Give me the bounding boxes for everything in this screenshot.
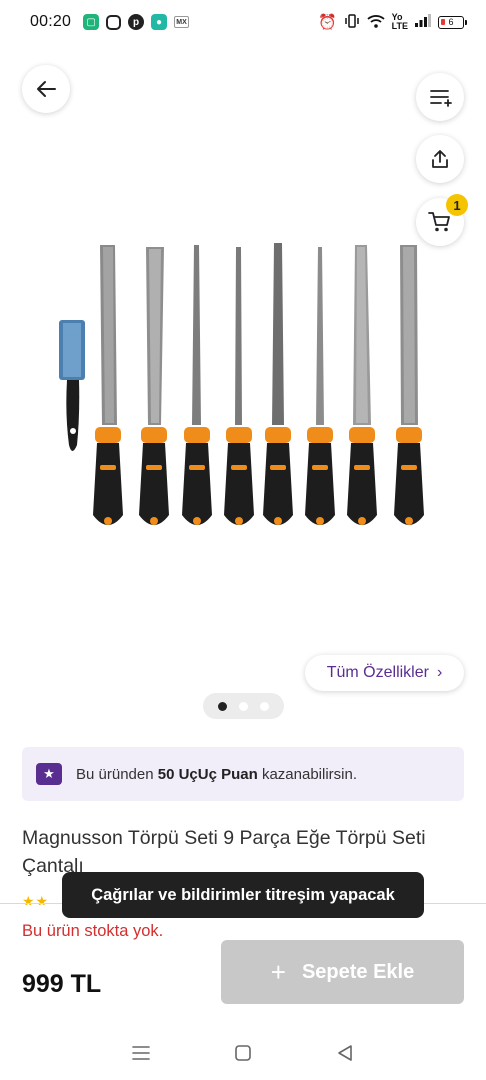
system-status-icons: ⏰ Yo LTE 6 — [317, 12, 467, 32]
product-image[interactable] — [45, 235, 445, 545]
green-app-icon: ▢ — [83, 14, 100, 30]
price: 999 TL — [22, 970, 102, 998]
points-banner: ★ Bu üründen 50 UçUç Puan kazanabilirsin… — [22, 747, 464, 801]
mx-app-icon: MX — [174, 16, 190, 28]
cart-count-badge: 1 — [446, 194, 468, 216]
share-button[interactable] — [416, 135, 464, 183]
stock-status: Bu ürün stokta yok. — [22, 922, 164, 940]
plus-icon: + — [270, 957, 286, 987]
list-options-button[interactable] — [416, 73, 464, 121]
star-icon: ★ — [36, 763, 62, 785]
teal-chat-icon: ● — [151, 14, 168, 30]
pinterest-icon: p — [128, 14, 145, 30]
battery-icon: 6 — [438, 15, 467, 29]
system-navigation-bar — [0, 1025, 486, 1080]
gallery-dot[interactable] — [239, 701, 248, 711]
all-features-label: Tüm Özellikler — [326, 664, 429, 681]
home-button[interactable] — [223, 1033, 263, 1073]
files-illustration — [93, 243, 424, 525]
vibrate-icon — [344, 13, 360, 32]
volte-icon: Yo LTE — [391, 12, 408, 31]
alarm-icon: ⏰ — [317, 13, 337, 31]
add-to-cart-label: Sepete Ekle — [301, 960, 415, 983]
chevron-right-icon: › — [436, 664, 443, 681]
points-text: Bu üründen 50 UçUç Puan kazanabilirsin. — [76, 766, 357, 783]
back-nav-button[interactable] — [325, 1033, 365, 1073]
triangle-back-icon — [338, 1044, 352, 1061]
list-plus-icon — [430, 90, 452, 107]
signal-icon — [415, 14, 431, 30]
toast-message: Çağrılar ve bildirimler titreşim yapacak — [62, 872, 424, 918]
menu-icon — [132, 1045, 150, 1060]
all-features-button[interactable]: Tüm Özellikler › — [305, 655, 464, 691]
gallery-dot[interactable] — [260, 701, 269, 711]
back-button[interactable] — [22, 65, 70, 113]
points-prefix: Bu üründen — [76, 765, 154, 783]
add-to-cart-button[interactable]: + Sepete Ekle — [221, 940, 464, 1004]
cart-icon — [428, 212, 450, 232]
status-time: 00:20 — [30, 13, 72, 30]
instagram-icon — [106, 14, 122, 30]
wifi-icon — [367, 14, 385, 31]
points-suffix: kazanabilirsin. — [261, 765, 358, 783]
gallery-dot-active[interactable] — [218, 701, 227, 711]
points-amount: 50 UçUç Puan — [157, 765, 258, 783]
share-icon — [432, 150, 448, 168]
battery-level: 6 — [448, 17, 454, 27]
recents-button[interactable] — [121, 1033, 161, 1073]
notification-icons: ▢ p ● MX — [83, 14, 190, 30]
arrow-left-icon — [37, 81, 56, 97]
status-bar: 00:20 ▢ p ● MX ⏰ Yo LTE 6 — [0, 0, 486, 44]
gallery-pagination — [203, 693, 284, 719]
file-brush-illustration — [59, 320, 85, 451]
square-icon — [235, 1044, 251, 1061]
